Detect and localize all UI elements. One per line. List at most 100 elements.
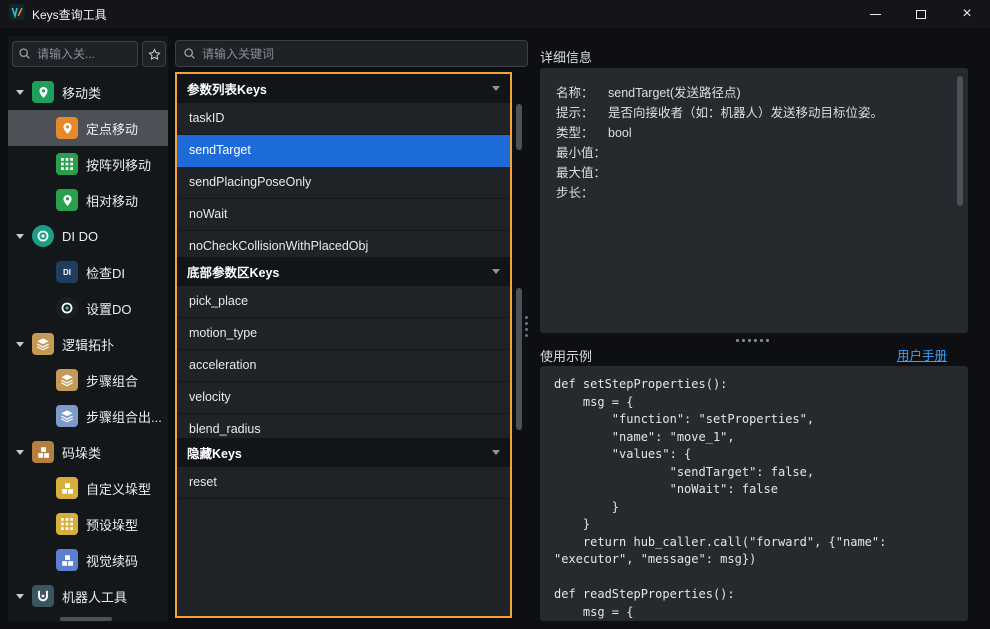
chevron-down-icon <box>16 234 24 239</box>
section-items: taskID sendTarget sendPlacingPoseOnly no… <box>177 103 510 257</box>
search-icon <box>18 47 31 60</box>
tree-item-fixed-point-move[interactable]: 定点移动 <box>8 110 168 146</box>
details-panel: 名称： sendTarget(发送路径点) 提示： 是否向接收者（如：机器人）发… <box>540 68 968 333</box>
layers-icon <box>56 405 78 427</box>
di-badge-text: DI <box>63 268 71 277</box>
tree-group-label: 码垛类 <box>62 443 101 462</box>
vertical-splitter-handle[interactable] <box>525 322 528 325</box>
tree-group-label: 逻辑拓扑 <box>62 335 114 354</box>
key-item[interactable]: sendPlacingPoseOnly <box>177 167 510 199</box>
section-header-param-list[interactable]: 参数列表Keys <box>177 74 510 103</box>
tree-item-label: 预设垛型 <box>86 515 138 534</box>
grid-icon <box>56 153 78 175</box>
boxes-icon <box>56 549 78 571</box>
key-item[interactable]: motion_type <box>177 318 510 350</box>
tree-group-robot-tools[interactable]: 机器人工具 <box>8 578 168 614</box>
key-item[interactable]: acceleration <box>177 350 510 382</box>
tree-item-vision-continue[interactable]: 视觉续码 <box>8 542 168 578</box>
ring-icon <box>32 225 54 247</box>
code-panel: def setStepProperties(): msg = { "functi… <box>540 366 968 621</box>
tree-group-move[interactable]: 移动类 <box>8 74 168 110</box>
horizontal-splitter-handle[interactable] <box>748 339 751 342</box>
tree-item-label: 视觉续码 <box>86 551 138 570</box>
key-item[interactable]: noCheckCollisionWithPlacedObj <box>177 231 510 257</box>
layers-icon <box>56 369 78 391</box>
tree-group-palletizing[interactable]: 码垛类 <box>8 434 168 470</box>
keys-search-input[interactable] <box>175 40 528 67</box>
keys-scrollbar-top[interactable] <box>516 104 522 150</box>
section-title: 底部参数区Keys <box>187 262 279 281</box>
tree-item-step-group-output[interactable]: 步骤组合出... <box>8 398 168 434</box>
di-badge-icon: DI <box>56 261 78 283</box>
tree-item-label: 步骤组合出... <box>86 407 162 426</box>
tree-item-preset-pallet[interactable]: 预设垛型 <box>8 506 168 542</box>
chevron-down-icon <box>492 450 500 455</box>
maximize-icon <box>916 10 926 19</box>
key-item[interactable]: taskID <box>177 103 510 135</box>
tree-item-label: 自定义垛型 <box>86 479 151 498</box>
keys-search <box>175 40 528 67</box>
details-scrollbar[interactable] <box>957 76 963 206</box>
boxes-icon <box>32 441 54 463</box>
tree-item-custom-pallet[interactable]: 自定义垛型 <box>8 470 168 506</box>
sidebar-horizontal-scrollbar[interactable] <box>60 617 112 621</box>
detail-field-min: 最小值： <box>556 143 952 163</box>
layers-icon <box>32 333 54 355</box>
key-item-selected[interactable]: sendTarget <box>177 135 510 167</box>
close-icon: × <box>962 6 971 22</box>
section-items: pick_place motion_type acceleration velo… <box>177 286 510 438</box>
app-window: Keys查询工具 × 移动类 定点移 <box>0 0 990 629</box>
window-controls: × <box>852 0 990 28</box>
key-item[interactable]: velocity <box>177 382 510 414</box>
example-title: 使用示例 <box>540 346 592 365</box>
minimize-icon <box>870 14 881 15</box>
key-item[interactable]: reset <box>177 467 510 499</box>
boxes-icon <box>56 477 78 499</box>
ring-icon <box>56 297 78 319</box>
pin-icon <box>32 81 54 103</box>
minimize-button[interactable] <box>852 0 898 28</box>
tree-group-label: 移动类 <box>62 83 101 102</box>
detail-field-max: 最大值： <box>556 163 952 183</box>
tree-item-label: 步骤组合 <box>86 371 138 390</box>
section-header-hidden-keys[interactable]: 隐藏Keys <box>177 438 510 467</box>
tree-group-logic-topology[interactable]: 逻辑拓扑 <box>8 326 168 362</box>
titlebar: Keys查询工具 × <box>0 0 990 28</box>
tree-item-relative-move[interactable]: 相对移动 <box>8 182 168 218</box>
tree-item-set-do[interactable]: 设置DO <box>8 290 168 326</box>
chevron-down-icon <box>492 269 500 274</box>
detail-field-name: 名称： sendTarget(发送路径点) <box>556 83 952 103</box>
chevron-down-icon <box>492 86 500 91</box>
tree-item-label: 设置DO <box>86 299 132 318</box>
search-icon <box>183 47 196 60</box>
tree-item-label: 相对移动 <box>86 191 138 210</box>
favorite-button[interactable] <box>142 41 166 67</box>
tree-item-check-di[interactable]: DI 检查DI <box>8 254 168 290</box>
detail-field-type: 类型： bool <box>556 123 952 143</box>
pin-icon <box>56 117 78 139</box>
section-header-bottom-params[interactable]: 底部参数区Keys <box>177 257 510 286</box>
key-item[interactable]: pick_place <box>177 286 510 318</box>
window-title: Keys查询工具 <box>32 6 107 23</box>
chevron-down-icon <box>16 594 24 599</box>
chevron-down-icon <box>16 342 24 347</box>
key-item[interactable]: blend_radius <box>177 414 510 438</box>
section-title: 参数列表Keys <box>187 79 267 98</box>
section-items: reset <box>177 467 510 616</box>
close-button[interactable]: × <box>944 0 990 28</box>
tree-item-array-move[interactable]: 按阵列移动 <box>8 146 168 182</box>
chevron-down-icon <box>16 90 24 95</box>
keys-scrollbar-bottom[interactable] <box>516 288 522 430</box>
maximize-button[interactable] <box>898 0 944 28</box>
key-item[interactable]: noWait <box>177 199 510 231</box>
keys-list: 参数列表Keys taskID sendTarget sendPlacingPo… <box>175 72 512 618</box>
pin-icon <box>56 189 78 211</box>
category-tree: 移动类 定点移动 按阵列移动 相对移动 DI DO DI <box>8 74 168 614</box>
tree-group-di-do[interactable]: DI DO <box>8 218 168 254</box>
section-title: 隐藏Keys <box>187 443 242 462</box>
tree-item-label: 按阵列移动 <box>86 155 151 174</box>
chevron-down-icon <box>16 450 24 455</box>
user-manual-link[interactable]: 用户手册 <box>897 345 947 364</box>
tree-item-step-group[interactable]: 步骤组合 <box>8 362 168 398</box>
gripper-icon <box>32 585 54 607</box>
